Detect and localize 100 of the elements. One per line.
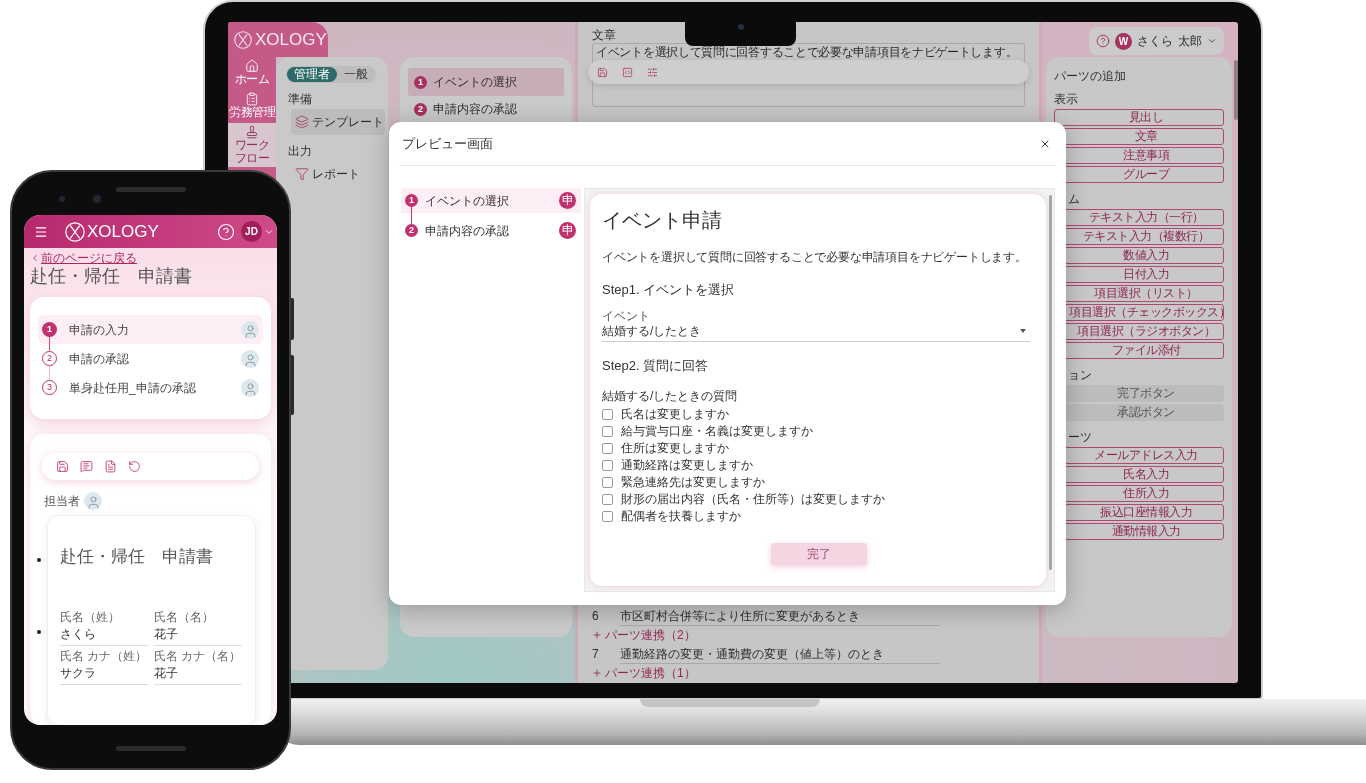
status-badge: 申 <box>559 192 576 209</box>
row-number: 6 <box>592 608 600 625</box>
help-icon[interactable] <box>1096 34 1110 48</box>
section-heading: Step1. イベントを選択 <box>602 282 736 297</box>
clipboard-icon <box>245 92 259 106</box>
home-icon <box>245 59 259 73</box>
avatar-icon <box>241 320 259 339</box>
chevron-left-icon <box>30 253 40 263</box>
user-name: さくら <box>1137 33 1173 50</box>
save-icon[interactable] <box>597 66 608 78</box>
form-title: イベント申請 <box>602 208 723 232</box>
section-heading: 準備 <box>287 92 313 106</box>
question-group-label: 結婚する/したときの質問 <box>602 389 739 403</box>
step-item[interactable]: 3 単身赴任用_申請の承認 <box>38 373 263 402</box>
parts-link[interactable]: パーツ連携（1） <box>592 664 696 682</box>
text-field[interactable]: 氏名 カナ（名） 花子 <box>154 649 242 685</box>
row-title: 市区町村合併等により住所に変更があるとき <box>620 606 940 626</box>
section-heading: ム <box>1067 192 1080 206</box>
stamp-icon <box>245 125 259 139</box>
code-icon[interactable] <box>622 66 633 78</box>
menu-item[interactable]: テンプレート <box>291 109 385 135</box>
step-item[interactable]: 2 申請内容の承認 <box>408 98 564 120</box>
step-number: 1 <box>42 322 57 337</box>
nav-item[interactable]: ワークフロー <box>228 123 276 167</box>
speaker-grille <box>116 187 186 192</box>
step-item[interactable]: 2 申請の承認 <box>38 344 263 373</box>
text-field[interactable]: 氏名（姓） さくら <box>60 610 148 646</box>
step-number: 1 <box>414 75 427 89</box>
refresh-icon[interactable] <box>128 460 141 473</box>
field-label: 氏名（名） <box>154 610 214 624</box>
step-number: 3 <box>42 380 57 395</box>
panel-title: パーツの追加 <box>1054 69 1127 83</box>
field-label: 氏名 カナ（姓） <box>60 649 148 663</box>
text-field[interactable]: 氏名（名） 花子 <box>154 610 242 646</box>
assignee-label: 担当者 <box>44 493 80 510</box>
field-label: 氏名（姓） <box>60 610 120 624</box>
text-field[interactable]: 氏名 カナ（姓） サクラ <box>60 649 148 685</box>
user-avatar[interactable]: JD <box>241 221 262 242</box>
field-label: イベント <box>602 309 650 323</box>
camera-icon <box>59 196 65 202</box>
section-heading: Step2. 質問に回答 <box>602 358 710 373</box>
mode-tab[interactable]: 管理者 <box>287 67 337 82</box>
bullet-icon <box>36 630 41 634</box>
section-heading: ョン <box>1067 368 1092 382</box>
logo-text: XOLOGY <box>87 221 159 242</box>
logo-icon <box>234 30 252 49</box>
step-connector <box>49 337 50 351</box>
camera-icon <box>737 24 744 30</box>
checkbox-label: 住所は変更しますか <box>621 441 729 456</box>
comment-icon[interactable] <box>80 460 93 473</box>
section-heading: 表示 <box>1054 92 1078 106</box>
dropdown-arrow-icon <box>1020 329 1026 333</box>
plus-icon <box>592 630 602 640</box>
row-title: 通勤経路の変更・通勤費の変更（値上等）のとき <box>620 644 940 664</box>
funnel-icon <box>295 167 309 181</box>
field-label: 氏名 カナ（名） <box>154 649 242 663</box>
checkbox[interactable] <box>602 494 613 505</box>
user-avatar: W <box>1115 32 1132 50</box>
select-field[interactable]: イベント 結婚する/したとき <box>602 309 1030 342</box>
mode-tab[interactable]: 一般 <box>337 67 375 82</box>
checkbox[interactable] <box>602 511 613 522</box>
checkbox-label: 氏名は変更しますか <box>621 407 729 422</box>
field-value: 花子 <box>154 665 178 681</box>
checkbox[interactable] <box>602 426 613 437</box>
field-value: サクラ <box>60 665 96 681</box>
save-icon[interactable] <box>56 460 69 473</box>
nav-item[interactable]: ホーム <box>228 57 276 88</box>
step-item[interactable]: 1 申請の入力 <box>38 315 263 344</box>
checkbox-label: 配偶者を扶養しますか <box>621 509 741 524</box>
field-value: さくら <box>60 626 96 642</box>
step-connector <box>411 207 412 224</box>
bullet-icon <box>36 558 41 562</box>
status-badge: 申 <box>559 222 576 239</box>
add-part-button[interactable]: 見出し <box>1054 109 1224 126</box>
avatar-icon <box>84 492 102 510</box>
field-label: 文章 <box>592 28 617 42</box>
section-heading: 出力 <box>287 144 313 158</box>
checkbox-label: 給与賞与口座・名義は変更しますか <box>621 424 813 439</box>
step-number: 2 <box>414 102 427 116</box>
checkbox-label: 財形の届出内容（氏名・住所等）は変更しますか <box>621 492 885 507</box>
menu-item[interactable]: レポート <box>291 161 385 187</box>
nav-item[interactable]: 労務管理 <box>228 90 276 121</box>
step-item[interactable]: 2 申請内容の承認 申 <box>401 218 581 243</box>
checkbox[interactable] <box>602 443 613 454</box>
checkbox[interactable] <box>602 477 613 488</box>
form-description: イベントを選択して質問に回答することで必要な申請項目をナビゲートします。 <box>602 250 1028 265</box>
chevron-down-icon[interactable] <box>1207 36 1217 46</box>
checkbox[interactable] <box>602 409 613 420</box>
menu-icon[interactable] <box>34 224 48 239</box>
step-number: 1 <box>405 194 418 207</box>
step-item[interactable]: 1 イベントの選択 申 <box>401 188 581 213</box>
select-value: 結婚する/したとき <box>602 323 702 339</box>
logo-text: XOLOGY <box>255 29 327 50</box>
back-link[interactable]: 前のページに戻る <box>30 251 137 265</box>
step-item[interactable]: 1 イベントの選択 <box>408 68 564 96</box>
document-icon[interactable] <box>104 460 117 473</box>
sliders-icon[interactable] <box>647 66 658 78</box>
page-title: 赴任・帰任 申請書 <box>30 265 193 287</box>
checkbox[interactable] <box>602 460 613 471</box>
parts-link[interactable]: パーツ連携（2） <box>592 626 696 644</box>
